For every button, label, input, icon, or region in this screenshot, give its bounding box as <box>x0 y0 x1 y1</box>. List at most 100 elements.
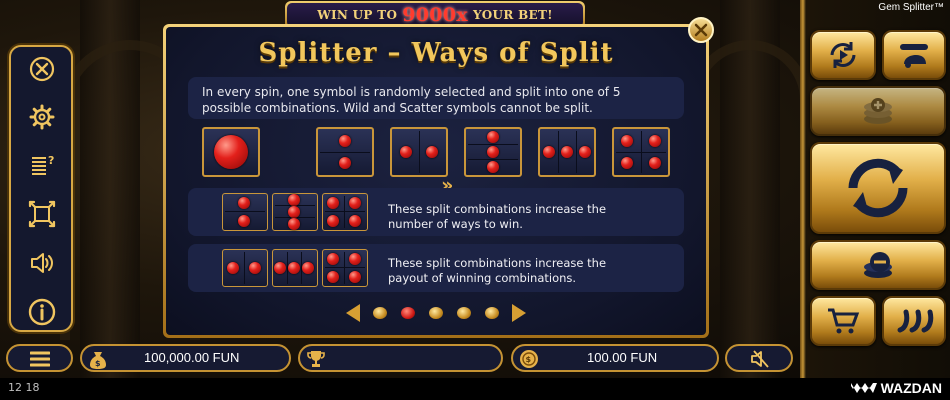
close-info-button[interactable] <box>688 17 714 43</box>
split-combo-tile <box>272 193 318 231</box>
autoplay-button[interactable] <box>810 30 876 80</box>
chili-icon <box>897 309 934 333</box>
bet-increase-button[interactable] <box>810 86 946 136</box>
split-combo-tile <box>390 127 448 177</box>
red-gem-icon <box>487 161 499 173</box>
clock-time: 12 18 <box>8 381 40 394</box>
red-gem-icon <box>288 194 300 206</box>
red-gem-icon <box>543 146 555 158</box>
page-dot[interactable] <box>373 307 387 319</box>
description-text: In every spin, one symbol is randomly se… <box>202 85 621 115</box>
bet-field[interactable]: $ 100.00 FUN <box>511 344 719 372</box>
red-gem-icon <box>339 135 351 147</box>
volatility-button[interactable] <box>882 296 946 346</box>
page-indicator <box>166 304 706 322</box>
split-combo-tile <box>322 249 368 287</box>
split-combo-tile <box>272 249 318 287</box>
red-gem-icon <box>238 215 250 227</box>
red-gem-icon <box>621 157 633 169</box>
autoplay-icon <box>830 42 856 68</box>
split-combo-tile <box>612 127 670 177</box>
sound-icon[interactable] <box>27 248 57 278</box>
red-gem-icon <box>288 218 300 230</box>
red-gem-icon <box>349 197 361 209</box>
balance-value: 100,000.00 FUN <box>144 350 240 365</box>
close-icon[interactable] <box>27 54 57 84</box>
page-dot[interactable] <box>457 307 471 319</box>
red-gem-icon <box>621 135 633 147</box>
info-title: Splitter – Ways of Split <box>258 38 614 68</box>
spin-button[interactable] <box>810 142 946 234</box>
close-icon <box>694 23 708 37</box>
svg-text:$: $ <box>526 355 532 364</box>
split-combo-tile <box>538 127 596 177</box>
red-gem-icon <box>327 197 339 209</box>
red-gem-icon <box>249 262 261 274</box>
gear-icon[interactable] <box>27 102 57 132</box>
logo-text: WAZDAN <box>880 380 942 396</box>
win-field <box>298 344 503 372</box>
red-gem-icon <box>487 131 499 143</box>
page-dot[interactable] <box>429 307 443 319</box>
red-gem-icon <box>327 271 339 283</box>
red-gem-icon <box>274 262 286 274</box>
split-combo-tile <box>316 127 374 177</box>
banner-amount: 9000x <box>402 4 468 26</box>
left-menu-panel: ? <box>9 45 73 332</box>
balance-field: $ 100,000.00 FUN <box>80 344 291 372</box>
info-icon[interactable] <box>27 297 57 327</box>
red-gem-icon <box>400 146 412 158</box>
shop-icon <box>828 308 860 334</box>
money-bag-icon: $ <box>90 352 106 369</box>
svg-text:?: ? <box>48 154 54 167</box>
split-combo-tile <box>464 127 522 177</box>
red-gem-icon <box>238 197 250 209</box>
page-dot-active[interactable] <box>401 307 415 319</box>
red-gem-icon <box>327 215 339 227</box>
coins-minus-icon <box>864 252 892 278</box>
turbo-icon <box>900 44 928 68</box>
red-gem-icon <box>649 135 661 147</box>
next-page-arrow-icon[interactable] <box>512 304 526 322</box>
banner-prefix: WIN UP TO <box>317 8 398 22</box>
red-gem-icon <box>579 146 591 158</box>
split-combo-tile <box>222 249 268 287</box>
wazdan-logo-mark-icon <box>850 383 877 393</box>
speaker-muted-icon <box>751 350 769 368</box>
wazdan-logo: WAZDAN <box>850 380 942 396</box>
ways-text: These split combinations increase the nu… <box>388 202 607 231</box>
split-combo-tile <box>222 193 268 231</box>
bet-decrease-button[interactable] <box>810 240 946 290</box>
red-gem-icon <box>561 146 573 158</box>
banner-suffix: YOUR BET! <box>472 8 553 22</box>
svg-text:$: $ <box>95 359 101 368</box>
split-combo-tile <box>322 193 368 231</box>
game-title: Gem Splitter™ <box>878 2 944 13</box>
coins-add-icon <box>864 98 892 124</box>
red-gem-icon <box>302 262 314 274</box>
trophy-icon <box>307 351 325 367</box>
red-gem-icon <box>288 262 300 274</box>
buy-feature-button[interactable] <box>810 296 876 346</box>
prev-page-arrow-icon[interactable] <box>346 304 360 322</box>
turbo-button[interactable] <box>882 30 946 80</box>
red-gem-icon <box>339 157 351 169</box>
menu-button[interactable] <box>6 344 73 372</box>
page-dot[interactable] <box>485 307 499 319</box>
mute-button[interactable] <box>725 344 793 372</box>
red-gem-icon <box>487 146 499 158</box>
red-gem-icon <box>288 206 300 218</box>
paytable-icon[interactable]: ? <box>27 150 57 180</box>
gem-symbol-tile <box>202 127 260 177</box>
red-gem-icon <box>214 135 248 169</box>
fullscreen-icon[interactable] <box>27 199 57 229</box>
bet-value: 100.00 FUN <box>587 350 658 365</box>
red-gem-icon <box>426 146 438 158</box>
red-gem-icon <box>349 253 361 265</box>
red-gem-icon <box>349 271 361 283</box>
red-gem-icon <box>349 215 361 227</box>
payout-text: These split combinations increase the pa… <box>388 256 607 285</box>
red-gem-icon <box>227 262 239 274</box>
spin-icon <box>848 158 908 218</box>
hamburger-icon <box>30 351 50 367</box>
